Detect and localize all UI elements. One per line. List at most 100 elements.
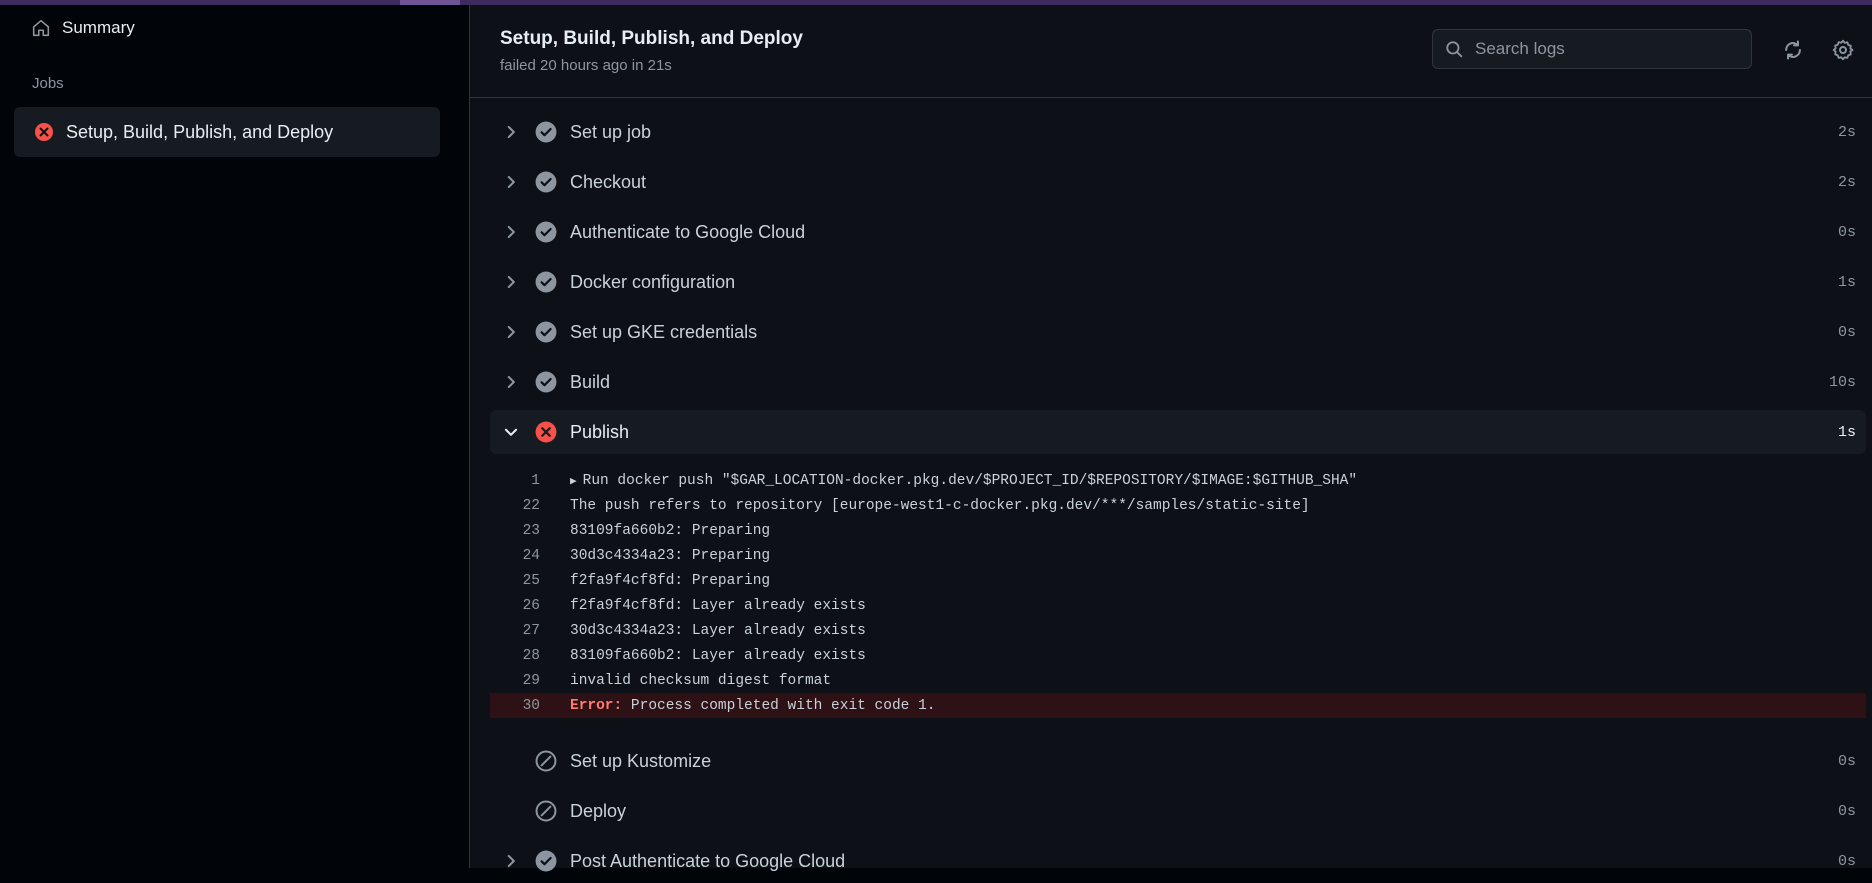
step-name: Checkout [570, 171, 647, 192]
step-name: Docker configuration [570, 271, 736, 292]
check-circle-fill-icon [535, 371, 557, 393]
step-duration: 0s [1837, 223, 1856, 241]
chevron-right-icon [507, 125, 515, 139]
chevron-right-icon [507, 325, 515, 339]
chevron-right-icon [507, 225, 515, 239]
log-line-number: 28 [522, 647, 540, 664]
skip-icon [535, 800, 557, 822]
page-title: Setup, Build, Publish, and Deploy [500, 28, 803, 49]
refresh-button[interactable] [1780, 37, 1806, 63]
check-circle-fill-icon [535, 121, 557, 143]
sidebar-job-item[interactable]: Setup, Build, Publish, and Deploy [14, 107, 440, 157]
x-circle-fill-icon [535, 421, 557, 443]
log-line-number: 23 [522, 522, 540, 539]
check-circle-fill-icon [535, 171, 557, 193]
step-name: Deploy [570, 800, 627, 821]
chevron-right-icon [507, 275, 515, 289]
check-circle-fill-icon [535, 271, 557, 293]
log-line-text: f2fa9f4cf8fd: Layer already exists [570, 597, 866, 614]
log-line-number: 30 [522, 697, 540, 714]
log-line: 28 83109fa660b2: Layer already exists [490, 643, 1866, 668]
step-duration: 0s [1837, 852, 1856, 870]
log-line-text: invalid checksum digest format [570, 672, 832, 689]
chevron-right-icon [507, 854, 515, 868]
step-duration: 1s [1837, 273, 1856, 291]
step-duration: 1s [1837, 423, 1856, 441]
log-line-text: The push refers to repository [europe-we… [570, 497, 1310, 514]
step-build[interactable]: Build 10s [490, 360, 1866, 404]
step-name: Build [570, 371, 611, 392]
log-line-number: 1 [531, 472, 540, 489]
log-line-text: 83109fa660b2: Preparing [570, 522, 771, 539]
chevron-down-icon [504, 428, 518, 436]
sidebar: Summary Jobs Setup, Build, Publish, and … [0, 5, 470, 868]
skip-icon [535, 750, 557, 772]
log-line: 25 f2fa9f4cf8fd: Preparing [490, 568, 1866, 593]
job-label: Setup, Build, Publish, and Deploy [66, 121, 334, 142]
step-name: Set up GKE credentials [570, 321, 758, 342]
main-panel: Setup, Build, Publish, and Deploy failed… [470, 5, 1872, 872]
log-line-number: 27 [522, 622, 540, 639]
step-duration: 2s [1837, 123, 1856, 141]
log-line-text: Run docker push "$GAR_LOCATION-docker.pk… [582, 472, 1358, 489]
step-set-up-kustomize[interactable]: Set up Kustomize 0s [490, 739, 1866, 783]
step-duration: 0s [1837, 802, 1856, 820]
home-icon [32, 19, 50, 37]
check-circle-fill-icon [535, 321, 557, 343]
step-authenticate-google-cloud[interactable]: Authenticate to Google Cloud 0s [490, 210, 1866, 254]
step-post-authenticate-google-cloud[interactable]: Post Authenticate to Google Cloud 0s [490, 839, 1866, 883]
check-circle-fill-icon [535, 850, 557, 872]
step-set-up-job[interactable]: Set up job 2s [490, 110, 1866, 154]
step-deploy[interactable]: Deploy 0s [490, 789, 1866, 833]
error-label: Error: [570, 697, 623, 714]
step-duration: 2s [1837, 173, 1856, 191]
settings-button[interactable] [1830, 37, 1856, 63]
log-line-content: ▶ Run docker push "$GAR_LOCATION-docker.p… [570, 473, 1357, 489]
log-line-text: 30d3c4334a23: Preparing [570, 547, 771, 564]
step-name: Publish [570, 421, 630, 442]
log-line-number: 24 [522, 547, 540, 564]
step-name: Post Authenticate to Google Cloud [570, 850, 846, 871]
search-logs-box[interactable] [1432, 29, 1752, 69]
step-name: Set up job [570, 121, 652, 142]
log-line-text: 30d3c4334a23: Layer already exists [570, 622, 866, 639]
log-line: 27 30d3c4334a23: Layer already exists [490, 618, 1866, 643]
step-name: Authenticate to Google Cloud [570, 221, 806, 242]
log-line-text: f2fa9f4cf8fd: Preparing [570, 572, 771, 589]
log-line: 22 The push refers to repository [europe… [490, 493, 1866, 518]
sync-icon [1785, 40, 1801, 60]
log-line-content: Error: Process completed with exit code … [570, 698, 935, 714]
step-duration: 10s [1828, 373, 1856, 391]
search-logs-input[interactable] [1473, 38, 1737, 60]
chevron-right-icon [507, 375, 515, 389]
log-line[interactable]: 1 ▶ Run docker push "$GAR_LOCATION-docker… [490, 468, 1866, 493]
log-line-error: 30 Error: Process completed with exit co… [490, 693, 1866, 718]
job-status-subtitle: failed 20 hours ago in 21s [500, 57, 672, 74]
log-line-number: 25 [522, 572, 540, 589]
check-circle-fill-icon [535, 221, 557, 243]
step-name: Set up Kustomize [570, 750, 712, 771]
log-line: 23 83109fa660b2: Preparing [490, 518, 1866, 543]
step-checkout[interactable]: Checkout 2s [490, 160, 1866, 204]
log-line-number: 29 [522, 672, 540, 689]
log-line-text: 83109fa660b2: Layer already exists [570, 647, 866, 664]
step-docker-configuration[interactable]: Docker configuration 1s [490, 260, 1866, 304]
gear-icon [1832, 39, 1854, 61]
log-line: 24 30d3c4334a23: Preparing [490, 543, 1866, 568]
search-icon [1446, 41, 1463, 58]
log-line-number: 26 [522, 597, 540, 614]
step-set-up-gke-credentials[interactable]: Set up GKE credentials 0s [490, 310, 1866, 354]
step-publish[interactable]: Publish 1s [490, 410, 1866, 454]
x-circle-fill-icon [35, 123, 53, 141]
log-line-text: Process completed with exit code 1. [622, 697, 936, 714]
jobs-heading: Jobs [32, 75, 64, 92]
log-line-number: 22 [522, 497, 540, 514]
triangle-right-icon[interactable]: ▶ [570, 476, 577, 488]
chevron-right-icon [507, 175, 515, 189]
log-line: 26 f2fa9f4cf8fd: Layer already exists [490, 593, 1866, 618]
sidebar-summary-link[interactable]: Summary [32, 13, 135, 43]
log-line: 29 invalid checksum digest format [490, 668, 1866, 693]
step-duration: 0s [1837, 323, 1856, 341]
summary-label: Summary [62, 18, 135, 37]
job-header: Setup, Build, Publish, and Deploy failed… [470, 5, 1872, 98]
